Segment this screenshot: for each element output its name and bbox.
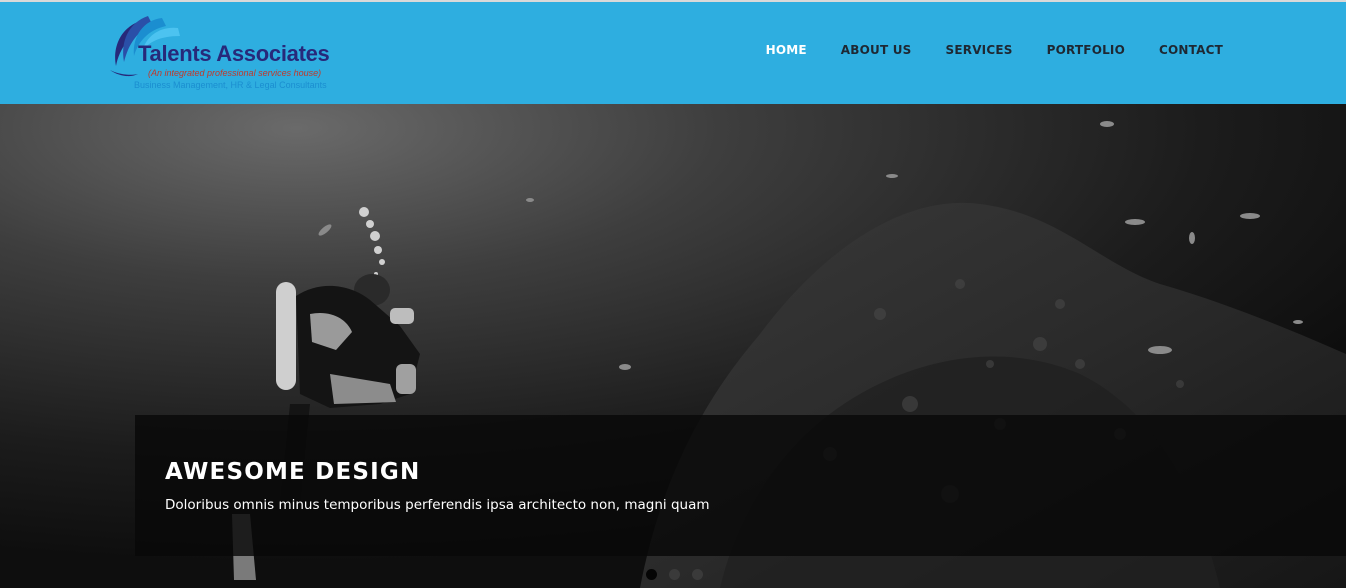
nav-item-contact[interactable]: CONTACT: [1159, 43, 1223, 57]
logo-subline: Business Management, HR & Legal Consulta…: [134, 80, 327, 90]
slider-dot-3[interactable]: [692, 569, 703, 580]
slider-dot-2[interactable]: [669, 569, 680, 580]
logo-title: Talents Associates: [138, 41, 330, 66]
slide-caption: AWESOME DESIGN Doloribus omnis minus tem…: [135, 415, 1346, 556]
nav-item-portfolio[interactable]: PORTFOLIO: [1047, 43, 1125, 57]
slide-title: AWESOME DESIGN: [165, 459, 421, 485]
logo[interactable]: Talents Associates (An integrated profes…: [108, 14, 348, 94]
slide-description: Doloribus omnis minus temporibus perfere…: [165, 497, 710, 513]
slider-dot-1[interactable]: [646, 569, 657, 580]
site-header: Talents Associates (An integrated profes…: [0, 2, 1346, 104]
slider-pagination: [646, 569, 703, 580]
logo-tagline: (An integrated professional services hou…: [148, 68, 322, 78]
main-nav: HOME ABOUT US SERVICES PORTFOLIO CONTACT: [732, 43, 1223, 57]
nav-item-services[interactable]: SERVICES: [946, 43, 1013, 57]
hero-slider: AWESOME DESIGN Doloribus omnis minus tem…: [0, 104, 1346, 588]
nav-item-home[interactable]: HOME: [766, 43, 807, 57]
nav-item-about-us[interactable]: ABOUT US: [841, 43, 912, 57]
